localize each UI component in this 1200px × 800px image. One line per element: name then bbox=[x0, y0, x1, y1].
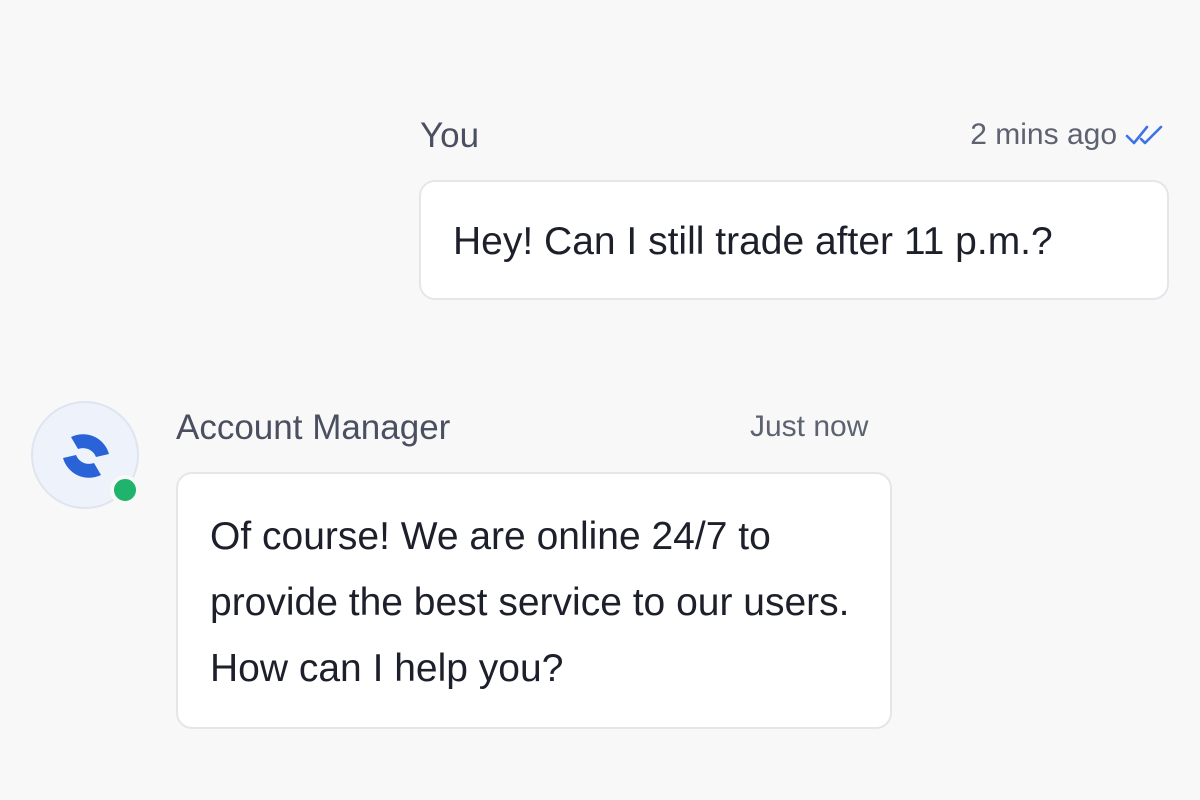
message-bubble: Of course! We are online 24/7 to provide… bbox=[176, 472, 892, 729]
outgoing-message: You 2 mins ago Hey! Can I still trade af… bbox=[419, 108, 1169, 300]
message-text: Of course! We are online 24/7 to provide… bbox=[210, 515, 850, 690]
chat-thread: You 2 mins ago Hey! Can I still trade af… bbox=[0, 0, 1200, 800]
sender-name: Account Manager bbox=[176, 408, 451, 447]
message-status: 2 mins ago bbox=[970, 118, 1167, 152]
brand-logo-icon bbox=[63, 434, 109, 478]
message-timestamp: 2 mins ago bbox=[970, 118, 1117, 151]
online-status-icon bbox=[110, 475, 140, 505]
message-bubble: Hey! Can I still trade after 11 p.m.? bbox=[419, 180, 1169, 300]
double-check-icon bbox=[1125, 123, 1167, 147]
message-header: You 2 mins ago bbox=[419, 108, 1169, 162]
message-text: Hey! Can I still trade after 11 p.m.? bbox=[453, 220, 1053, 263]
incoming-message: Account Manager Just now Of course! We a… bbox=[0, 398, 900, 729]
message-timestamp: Just now bbox=[750, 410, 869, 443]
sender-name: You bbox=[420, 116, 480, 155]
